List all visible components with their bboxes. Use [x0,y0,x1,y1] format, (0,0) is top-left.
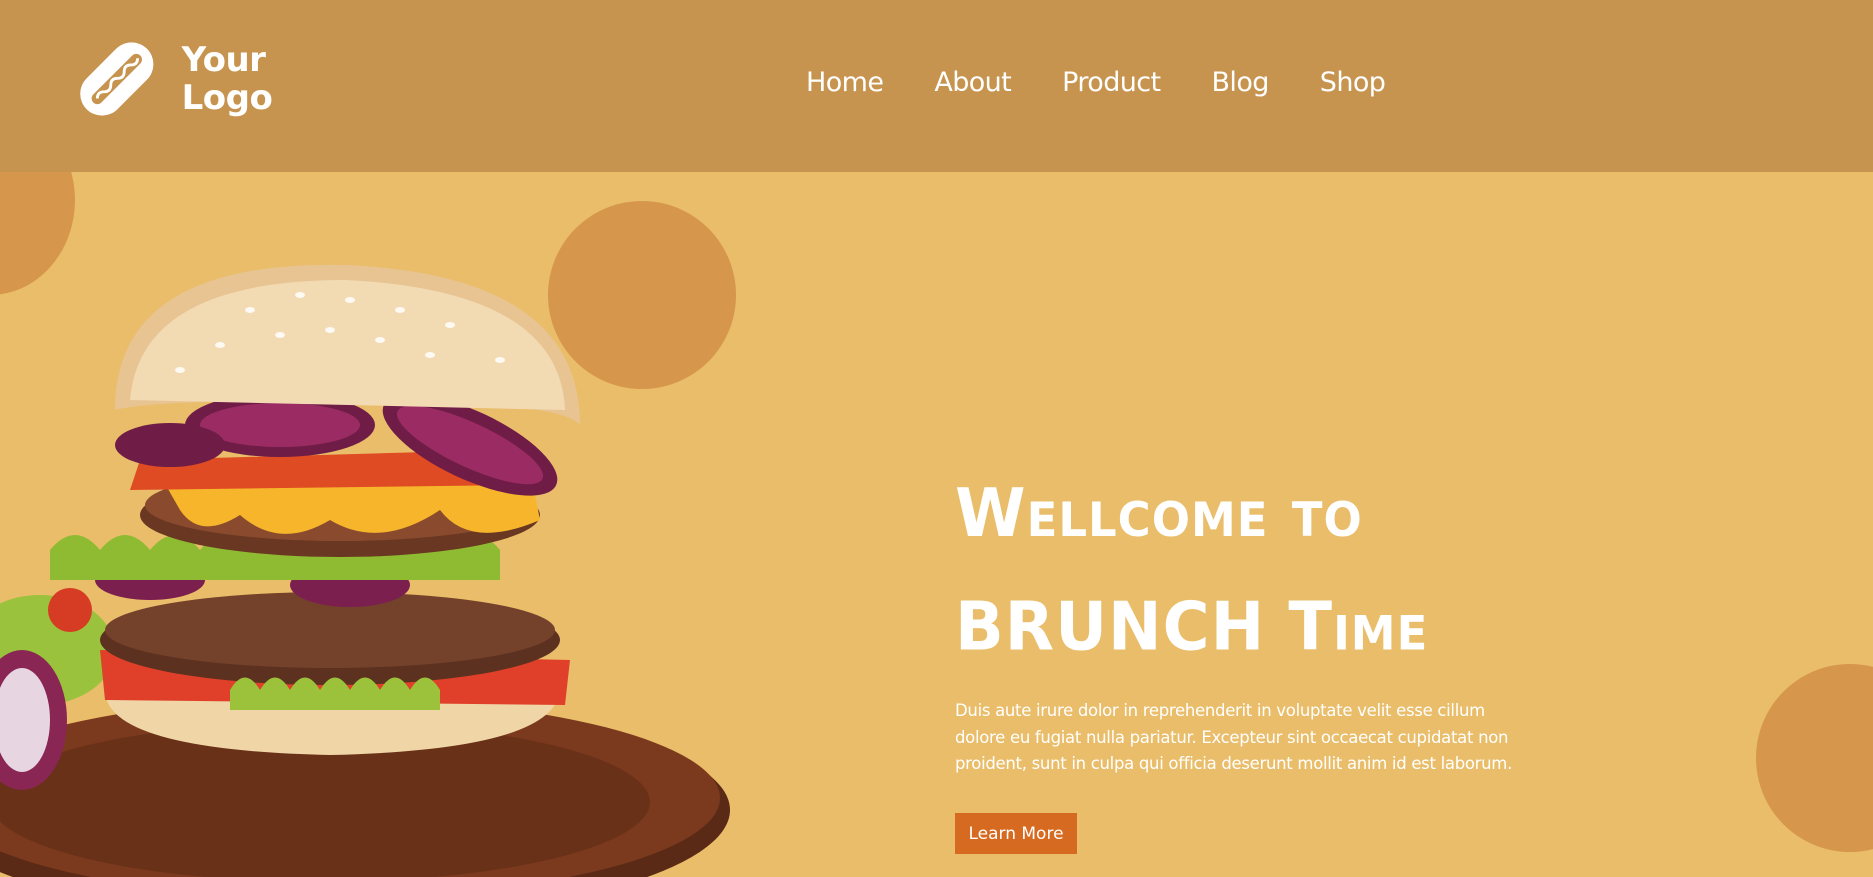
site-header: Your Logo Home About Product Blog Shop [0,0,1873,172]
logo-text: Your Logo [181,40,273,118]
landing-page: Your Logo Home About Product Blog Shop W… [0,0,1873,877]
nav-item-home[interactable]: Home [806,62,884,104]
nav-item-about[interactable]: About [934,62,1011,104]
nav-item-shop[interactable]: Shop [1320,62,1386,104]
nav-item-blog[interactable]: Blog [1212,62,1270,104]
learn-more-button[interactable]: Learn More [955,813,1077,854]
main-nav: Home About Product Blog Shop [806,62,1386,104]
hero-title-line-1: Wellcome to [955,475,1363,553]
hero-description: Duis aute irure dolor in reprehenderit i… [955,701,1513,773]
hero-section: Wellcome to BRUNCH Time Duis aute irure … [955,458,1575,778]
hotdog-logo-icon [80,42,154,116]
decor-circle-bottom-right [1756,664,1873,852]
burger-image [0,264,730,877]
nav-item-product[interactable]: Product [1062,62,1161,104]
hero-title: Wellcome to BRUNCH Time [955,458,1575,685]
logo-link[interactable]: Your Logo [76,34,286,124]
hero-title-line-2: BRUNCH Time [955,589,1429,666]
